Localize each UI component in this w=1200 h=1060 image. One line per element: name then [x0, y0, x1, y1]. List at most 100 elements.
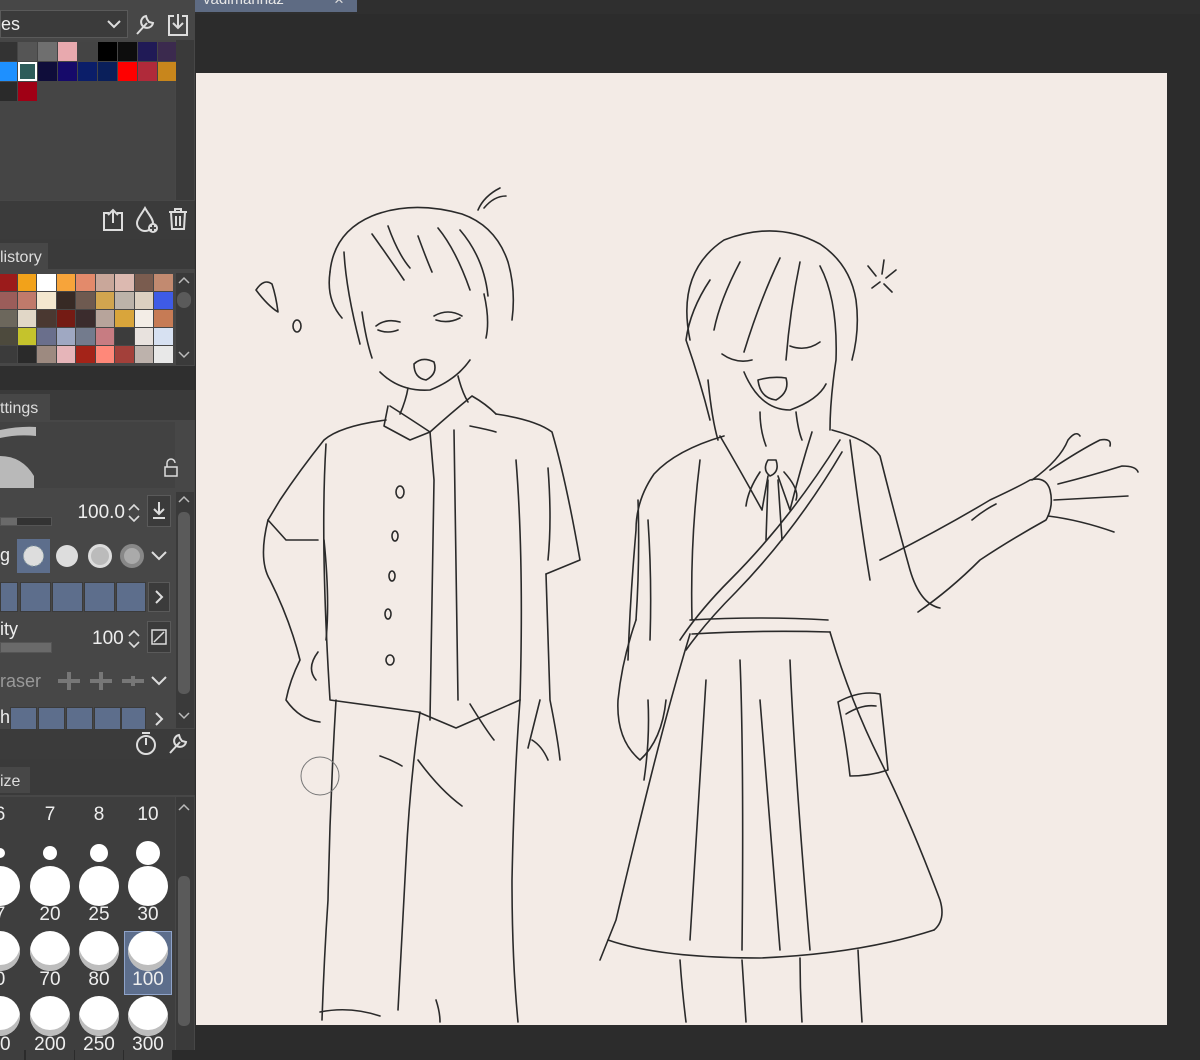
history-swatch[interactable] [56, 346, 75, 363]
eraser-option-icon[interactable] [56, 670, 82, 692]
history-swatch[interactable] [56, 292, 75, 309]
color-swatch[interactable] [18, 42, 37, 61]
history-swatch[interactable] [115, 274, 134, 291]
dial-icon[interactable] [133, 731, 159, 757]
history-swatch[interactable] [76, 328, 95, 345]
opacity-value[interactable]: 100 [92, 628, 124, 650]
close-icon[interactable]: × [334, 0, 344, 10]
brush-tip-tile[interactable] [52, 582, 83, 612]
chevron-down-icon[interactable] [151, 550, 167, 562]
history-swatch[interactable] [95, 310, 114, 327]
history-swatch[interactable] [0, 346, 17, 363]
history-swatch[interactable] [95, 346, 114, 363]
history-swatch[interactable] [56, 310, 75, 327]
history-swatch[interactable] [76, 310, 95, 327]
hardness-option-soft[interactable] [17, 539, 50, 573]
history-scroll-thumb[interactable] [177, 292, 191, 308]
history-swatch[interactable] [115, 346, 134, 363]
brush-tip-tile[interactable] [84, 582, 115, 612]
color-swatch[interactable] [158, 42, 177, 61]
color-swatch[interactable] [98, 62, 117, 81]
color-swatch[interactable] [38, 62, 57, 81]
material-dropdown[interactable]: es [0, 10, 128, 38]
history-swatch[interactable] [17, 274, 36, 291]
color-swatch[interactable] [138, 62, 157, 81]
hardness-option-medium[interactable] [88, 544, 112, 568]
history-swatch[interactable] [17, 328, 36, 345]
lock-icon[interactable] [162, 458, 180, 478]
color-swatch[interactable] [18, 82, 37, 101]
import-icon[interactable] [166, 12, 190, 38]
history-swatch[interactable] [154, 328, 173, 345]
color-swatch[interactable] [138, 42, 157, 61]
add-color-icon[interactable] [134, 206, 160, 234]
history-swatch[interactable] [115, 292, 134, 309]
texture-tile[interactable] [66, 707, 93, 729]
opacity-slider-track[interactable] [0, 642, 52, 653]
color-swatch[interactable] [38, 42, 57, 61]
color-swatch[interactable] [18, 62, 37, 81]
wrench-icon[interactable] [166, 731, 190, 757]
wrench-icon[interactable] [133, 12, 157, 38]
color-swatch[interactable] [0, 62, 17, 81]
history-swatch[interactable] [56, 328, 75, 345]
chevron-up-icon[interactable] [178, 276, 190, 284]
history-swatch[interactable] [95, 292, 114, 309]
brush-size-value[interactable]: 100.0 [77, 502, 125, 524]
history-swatch[interactable] [37, 310, 56, 327]
export-icon[interactable] [101, 207, 125, 233]
history-swatch[interactable] [76, 346, 95, 363]
tab-brush-size[interactable]: ize [0, 767, 30, 793]
history-swatch[interactable] [76, 292, 95, 309]
hardness-option-softer[interactable] [120, 544, 144, 568]
history-swatch[interactable] [37, 328, 56, 345]
history-swatch[interactable] [154, 310, 173, 327]
history-swatch[interactable] [17, 292, 36, 309]
color-swatch[interactable] [78, 62, 97, 81]
chevron-down-icon[interactable] [178, 351, 190, 359]
history-swatch[interactable] [37, 274, 56, 291]
color-swatch[interactable] [58, 42, 77, 61]
history-swatch[interactable] [17, 346, 36, 363]
chevron-right-icon[interactable] [152, 709, 166, 729]
brush-size-scroll-thumb[interactable] [178, 876, 190, 1026]
brush-tip-tile[interactable] [116, 582, 146, 612]
color-swatch[interactable] [0, 82, 17, 101]
history-swatch[interactable] [154, 274, 173, 291]
history-swatch[interactable] [115, 328, 134, 345]
color-swatch[interactable] [118, 42, 137, 61]
history-swatch[interactable] [115, 310, 134, 327]
history-swatch[interactable] [0, 292, 17, 309]
history-swatch[interactable] [56, 274, 75, 291]
stepper-icon[interactable] [127, 501, 141, 525]
texture-tile[interactable] [38, 707, 65, 729]
stepper-icon[interactable] [127, 627, 141, 651]
next-button[interactable] [148, 582, 170, 612]
texture-tile[interactable] [94, 707, 121, 729]
document-tab[interactable]: vadimanhaz × [195, 0, 357, 12]
history-swatch[interactable] [95, 328, 114, 345]
chevron-up-icon[interactable] [178, 495, 190, 503]
chevron-down-icon[interactable] [151, 675, 167, 687]
color-set-scrollbar[interactable] [176, 40, 194, 200]
hardness-option-hard[interactable] [56, 545, 78, 567]
history-swatch[interactable] [17, 310, 36, 327]
color-swatch[interactable] [158, 62, 177, 81]
history-swatch[interactable] [134, 346, 153, 363]
history-swatch[interactable] [154, 346, 173, 363]
brush-tip-tile[interactable] [0, 582, 18, 612]
history-swatch[interactable] [37, 292, 56, 309]
history-swatch[interactable] [134, 310, 153, 327]
color-swatch[interactable] [0, 42, 17, 61]
history-swatch[interactable] [134, 292, 153, 309]
trash-icon[interactable] [167, 207, 189, 231]
opacity-reset-button[interactable] [147, 621, 171, 653]
tab-color-history[interactable]: listory [0, 243, 48, 269]
size-slider-track[interactable] [0, 517, 52, 526]
history-swatch[interactable] [134, 274, 153, 291]
color-swatch[interactable] [118, 62, 137, 81]
color-swatch[interactable] [98, 42, 117, 61]
drawing-canvas[interactable] [196, 73, 1167, 1025]
settings-scroll-thumb[interactable] [178, 512, 190, 694]
apply-button[interactable] [147, 495, 171, 527]
